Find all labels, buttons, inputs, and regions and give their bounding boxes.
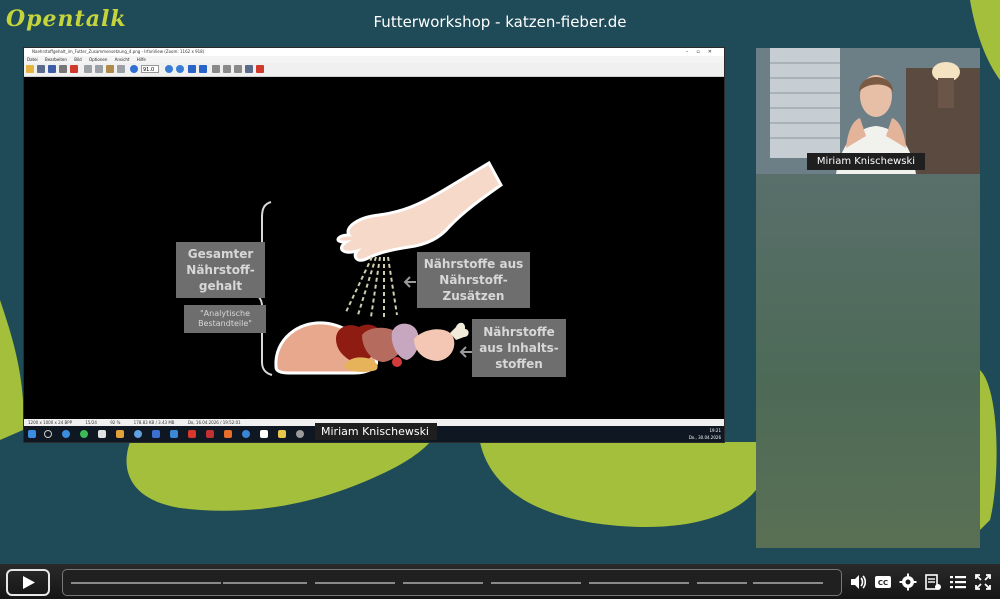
- taskbar-app-icon[interactable]: [170, 430, 178, 438]
- taskbar-app-icon[interactable]: [134, 430, 142, 438]
- fullscreen-icon[interactable]: [974, 573, 992, 591]
- window-titlebar: Naehrstoffgehalt_im_Futter_Zusammensetzu…: [24, 48, 724, 56]
- svg-text:CC: CC: [878, 579, 888, 587]
- slideshow-icon[interactable]: [37, 65, 45, 73]
- progress-chapter: [589, 582, 689, 584]
- settings-icon[interactable]: [899, 573, 917, 591]
- zoom-input[interactable]: 91.0: [141, 65, 159, 73]
- menu-hilfe[interactable]: Hilfe: [137, 57, 146, 62]
- open-icon[interactable]: [26, 65, 34, 73]
- window-toolbar: 91.0: [24, 63, 724, 77]
- whatsapp-icon[interactable]: [80, 430, 88, 438]
- progress-chapter: [697, 582, 747, 584]
- cut-icon[interactable]: [84, 65, 92, 73]
- total-nutrient-box: Gesamter Nährstoff-gehalt: [176, 242, 265, 298]
- taskbar-app-icon[interactable]: [152, 430, 160, 438]
- delete-icon[interactable]: [70, 65, 78, 73]
- participant-name: Miriam Knischewski: [807, 153, 925, 170]
- slide-canvas: Gesamter Nährstoff-gehalt "Analytische B…: [24, 77, 724, 419]
- previous-icon[interactable]: [188, 65, 196, 73]
- participant-video-tile[interactable]: Miriam Knischewski: [756, 48, 980, 174]
- arrow-supplements: [403, 276, 416, 288]
- next-icon[interactable]: [199, 65, 207, 73]
- progress-bar[interactable]: [62, 569, 842, 596]
- taskbar-clock: 19:21 Do., 30.04.2026: [689, 427, 721, 441]
- taskbar-app-icon[interactable]: [98, 430, 106, 438]
- clock-date: Do., 30.04.2026: [688, 435, 721, 440]
- ingredients-box: Nährstoffe aus Inhalts-stoffen: [472, 319, 566, 377]
- taskbar-app-icon[interactable]: [62, 430, 70, 438]
- menu-bild[interactable]: Bild: [74, 57, 82, 62]
- print-icon[interactable]: [59, 65, 67, 73]
- progress-chapter: [403, 582, 483, 584]
- progress-chapter: [223, 582, 307, 584]
- menu-datei[interactable]: Datei: [27, 57, 38, 62]
- window-controls: –▫✕: [685, 49, 720, 55]
- play-icon: [23, 576, 35, 589]
- status-dimensions: 1200 x 1000 x 24 BPP: [28, 420, 73, 425]
- status-zoom: 92 %: [110, 420, 121, 425]
- taskbar-app-icon[interactable]: [278, 430, 286, 438]
- taskbar-app-icon[interactable]: [242, 430, 250, 438]
- playlist-icon[interactable]: [949, 573, 967, 591]
- sprinkle-lines: [345, 256, 398, 318]
- irfanview-icon[interactable]: [256, 65, 264, 73]
- progress-chapter: [315, 582, 395, 584]
- player-controls: CC: [0, 564, 1000, 599]
- save-icon[interactable]: [48, 65, 56, 73]
- zoom-out-icon[interactable]: [176, 65, 184, 73]
- taskbar-app-icon[interactable]: [116, 430, 124, 438]
- windows-start-icon[interactable]: [28, 430, 36, 438]
- copy-file-icon[interactable]: [223, 65, 231, 73]
- taskbar-app-icon[interactable]: [296, 430, 304, 438]
- window-title: Naehrstoffgehalt_im_Futter_Zusammensetzu…: [32, 49, 205, 54]
- meeting-title: Futterworkshop - katzen-fieber.de: [373, 13, 627, 31]
- hand-illustration: [336, 160, 503, 262]
- copy-icon[interactable]: [95, 65, 103, 73]
- zoom-in-icon[interactable]: [165, 65, 173, 73]
- status-date: Do, 16.04.2026 / 19:52:01: [187, 420, 241, 425]
- progress-chapter: [491, 582, 581, 584]
- settings-tool-icon[interactable]: [245, 65, 253, 73]
- supplements-box: Nährstoffe aus Nährstoff-Zusätzen: [417, 252, 530, 308]
- thumbnails-icon[interactable]: [212, 65, 220, 73]
- paste-icon[interactable]: [106, 65, 114, 73]
- menu-optionen[interactable]: Optionen: [89, 57, 107, 62]
- analytic-components-box: "Analytische Bestandteile": [184, 305, 266, 333]
- slide-illustration: [251, 160, 503, 376]
- status-size: 178.83 KB / 3.43 MB: [133, 420, 175, 425]
- progress-chapter: [71, 582, 221, 584]
- header: Opentalk Futterworkshop - katzen-fieber.…: [0, 0, 1000, 45]
- taskbar-search-icon[interactable]: [44, 430, 52, 438]
- status-index: 15/24: [85, 420, 97, 425]
- cc-icon[interactable]: CC: [874, 573, 892, 591]
- chapters-icon[interactable]: [924, 573, 942, 591]
- menu-bearbeiten[interactable]: Bearbeiten: [45, 57, 67, 62]
- screen-share: Naehrstoffgehalt_im_Futter_Zusammensetzu…: [24, 48, 724, 442]
- taskbar-app-icon[interactable]: [206, 430, 214, 438]
- volume-icon[interactable]: [849, 573, 867, 591]
- arrow-ingredients: [459, 346, 472, 358]
- move-file-icon[interactable]: [234, 65, 242, 73]
- menu-ansicht[interactable]: Ansicht: [115, 57, 130, 62]
- info-icon[interactable]: [130, 65, 138, 73]
- taskbar-app-icon[interactable]: [188, 430, 196, 438]
- taskbar-app-icon[interactable]: [260, 430, 268, 438]
- undo-icon[interactable]: [117, 65, 125, 73]
- empty-video-area: [756, 174, 980, 548]
- clock-time: 19:21: [709, 428, 721, 433]
- progress-chapter: [753, 582, 823, 584]
- presenter-name-label: Miriam Knischewski: [315, 423, 437, 440]
- food-illustration: [274, 321, 469, 375]
- window-menubar: Datei Bearbeiten Bild Optionen Ansicht H…: [24, 56, 724, 63]
- taskbar-app-icon[interactable]: [224, 430, 232, 438]
- play-button[interactable]: [6, 569, 50, 596]
